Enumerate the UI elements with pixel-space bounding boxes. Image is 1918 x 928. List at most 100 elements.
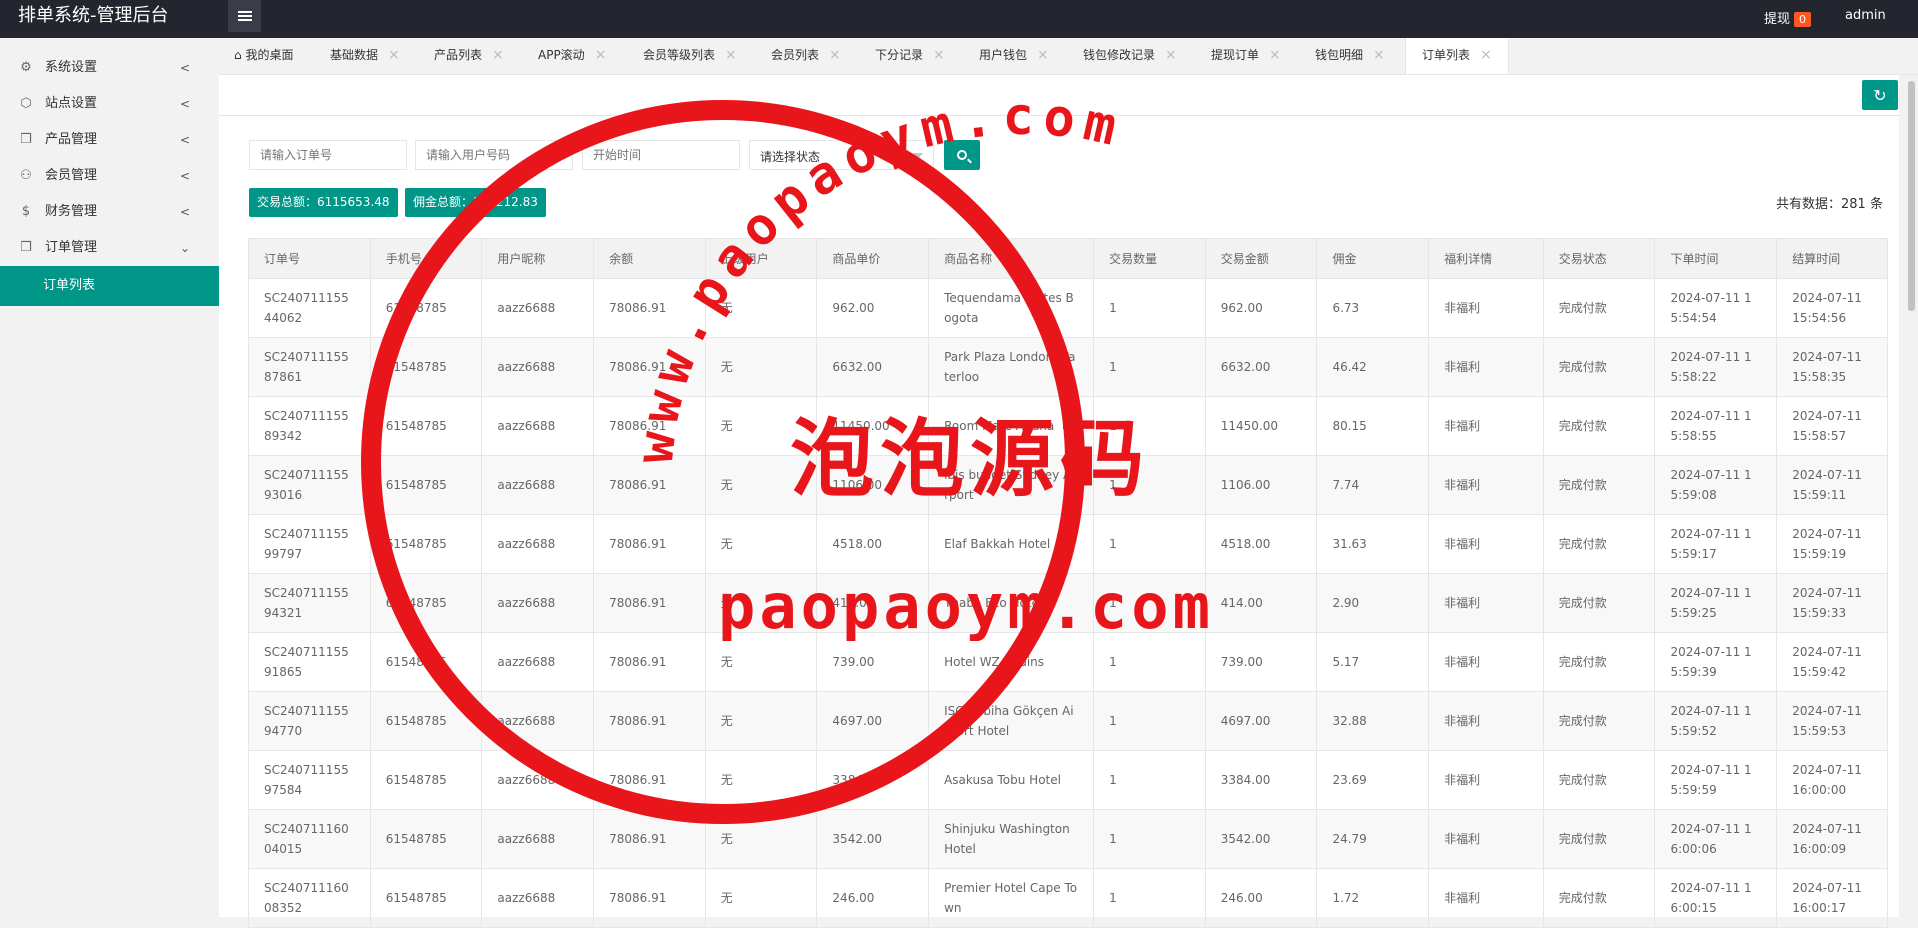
- tab-app-scroll[interactable]: APP滚动 ×: [538, 38, 606, 74]
- tab-member-list[interactable]: 会员列表 ×: [771, 38, 841, 74]
- scrollbar-thumb[interactable]: [1908, 81, 1915, 311]
- tab-member-level-list[interactable]: 会员等级列表 ×: [643, 38, 737, 74]
- start-time-input[interactable]: [582, 140, 740, 170]
- close-icon[interactable]: ×: [1269, 47, 1281, 63]
- table-cell: 246.00: [1204, 868, 1318, 928]
- column-header: 交易数量: [1093, 238, 1206, 279]
- tab-my-desktop[interactable]: ⌂ 我的桌面: [234, 38, 293, 74]
- close-icon[interactable]: ×: [388, 47, 400, 63]
- table-cell: 2024-07-11 15:59:33: [1776, 573, 1888, 633]
- withdraw-count-badge: 0: [1794, 12, 1812, 27]
- table-cell: 1: [1093, 809, 1206, 869]
- table-cell: 78086.91: [593, 691, 706, 751]
- trade-total-badge: 交易总额：6115653.48: [249, 188, 398, 217]
- tab-wallet-details[interactable]: 钱包明细 ×: [1315, 38, 1385, 74]
- sidebar-item-order-management[interactable]: ❒ 订单管理 ⌄: [0, 230, 219, 266]
- chevron-left-icon: <: [180, 169, 191, 183]
- close-icon[interactable]: ×: [829, 47, 841, 63]
- table-cell: 962.00: [816, 278, 930, 338]
- close-icon[interactable]: ×: [492, 47, 504, 63]
- table-cell: 非福利: [1428, 868, 1544, 928]
- home-icon: ⌂: [234, 48, 246, 62]
- user-menu[interactable]: admin: [1845, 8, 1886, 23]
- scrollbar[interactable]: [1905, 75, 1918, 917]
- table-row: SC24071115599797 61548785 aazz6688 78086.91…: [248, 514, 1888, 574]
- table-cell: 3384.00: [1204, 750, 1318, 810]
- table-cell: aazz6688: [481, 396, 595, 456]
- sidebar-item-label: 财务管理: [45, 204, 98, 219]
- column-header: 余额: [593, 238, 706, 279]
- table-cell: 78086.91: [593, 396, 706, 456]
- table-cell: 非福利: [1428, 809, 1544, 869]
- table-cell: SC24071115597584: [248, 750, 371, 810]
- search-button[interactable]: [944, 140, 980, 170]
- tab-product-list[interactable]: 产品列表 ×: [434, 38, 504, 74]
- withdraw-label: 提现: [1764, 12, 1791, 27]
- tab-basic-data[interactable]: 基础数据 ×: [330, 38, 400, 74]
- table-cell: 1: [1093, 691, 1206, 751]
- table-cell: 2.90: [1316, 573, 1430, 633]
- table-cell: 2024-07-11 15:59:08: [1654, 455, 1778, 515]
- tab-label: 钱包明细: [1315, 48, 1364, 62]
- close-icon[interactable]: ×: [595, 47, 607, 63]
- tab-withdraw-orders[interactable]: 提现订单 ×: [1211, 38, 1281, 74]
- table-row: SC24071115593016 61548785 aazz6688 78086.91…: [248, 455, 1888, 515]
- close-icon[interactable]: ×: [1037, 47, 1049, 63]
- table-cell: 无: [704, 809, 818, 869]
- sidebar-item-system-settings[interactable]: ⚙ 系统设置 <: [0, 50, 219, 86]
- table-cell: 非福利: [1428, 514, 1544, 574]
- table-cell: 7.74: [1316, 455, 1430, 515]
- table-cell: 61548785: [369, 691, 483, 751]
- close-icon[interactable]: ×: [725, 47, 737, 63]
- table-cell: 2024-07-11 15:59:42: [1776, 632, 1888, 692]
- table-cell: 46.42: [1316, 337, 1430, 397]
- table-cell: SC24071115587861: [248, 337, 371, 397]
- column-header: 商品名称: [928, 238, 1095, 279]
- table-cell: 78086.91: [593, 809, 706, 869]
- table-cell: 61548785: [369, 573, 483, 633]
- table-cell: 2024-07-11 16:00:09: [1776, 809, 1888, 869]
- tab-withdraw-records[interactable]: 下分记录 ×: [875, 38, 945, 74]
- table-cell: Park Plaza London Waterloo: [928, 337, 1095, 397]
- table-cell: 完成付款: [1542, 573, 1656, 633]
- search-icon: [957, 150, 967, 160]
- tab-wallet-change-log[interactable]: 钱包修改记录 ×: [1083, 38, 1177, 74]
- status-select[interactable]: 请选择状态: [749, 140, 934, 170]
- table-cell: SC24071115589342: [248, 396, 371, 456]
- table-cell: aazz6688: [481, 278, 595, 338]
- sidebar-item-finance-management[interactable]: $ 财务管理 <: [0, 194, 219, 230]
- sidebar-subitem-order-list[interactable]: 订单列表: [0, 266, 219, 306]
- tab-bar: ⌂ 我的桌面 基础数据 × 产品列表 × APP滚动 × 会员等级列表 × 会员列表 × …: [219, 38, 1918, 75]
- tab-order-list[interactable]: 订单列表 ×: [1405, 38, 1509, 74]
- tab-label: 我的桌面: [245, 48, 294, 62]
- chevron-left-icon: <: [180, 205, 191, 219]
- table-cell: 3384.00: [816, 750, 930, 810]
- sidebar-item-product-management[interactable]: ❒ 产品管理 <: [0, 122, 219, 158]
- table-cell: 2024-07-11 15:59:17: [1654, 514, 1778, 574]
- table-cell: aazz6688: [481, 455, 595, 515]
- close-icon[interactable]: ×: [1165, 47, 1177, 63]
- table-cell: 24.79: [1316, 809, 1430, 869]
- sidebar-item-member-management[interactable]: ⚇ 会员管理 <: [0, 158, 219, 194]
- refresh-button[interactable]: ↻: [1862, 80, 1898, 110]
- table-cell: 1106.00: [816, 455, 930, 515]
- table-cell: 无: [704, 396, 818, 456]
- order-number-input[interactable]: [249, 140, 407, 170]
- sidebar-item-label: 会员管理: [45, 168, 98, 183]
- close-icon[interactable]: ×: [1373, 47, 1385, 63]
- tab-label: 产品列表: [434, 48, 483, 62]
- close-icon[interactable]: ×: [1480, 47, 1492, 63]
- table-cell: 完成付款: [1542, 455, 1656, 515]
- table-cell: 无: [704, 455, 818, 515]
- menu-toggle-button[interactable]: [228, 0, 261, 32]
- close-icon[interactable]: ×: [933, 47, 945, 63]
- sidebar-item-site-settings[interactable]: ⬡ 站点设置 <: [0, 86, 219, 122]
- table-cell: 2024-07-11 15:54:54: [1654, 278, 1778, 338]
- table-cell: ISG Sabiha Gökçen Airport Hotel: [928, 691, 1095, 751]
- withdraw-link[interactable]: 提现 0: [1764, 8, 1812, 27]
- table-cell: 2024-07-11 16:00:06: [1654, 809, 1778, 869]
- table-cell: 32.88: [1316, 691, 1430, 751]
- tab-user-wallet[interactable]: 用户钱包 ×: [979, 38, 1049, 74]
- user-phone-input[interactable]: [415, 140, 573, 170]
- table-row: SC24071115597584 61548785 aazz6688 78086.91…: [248, 750, 1888, 810]
